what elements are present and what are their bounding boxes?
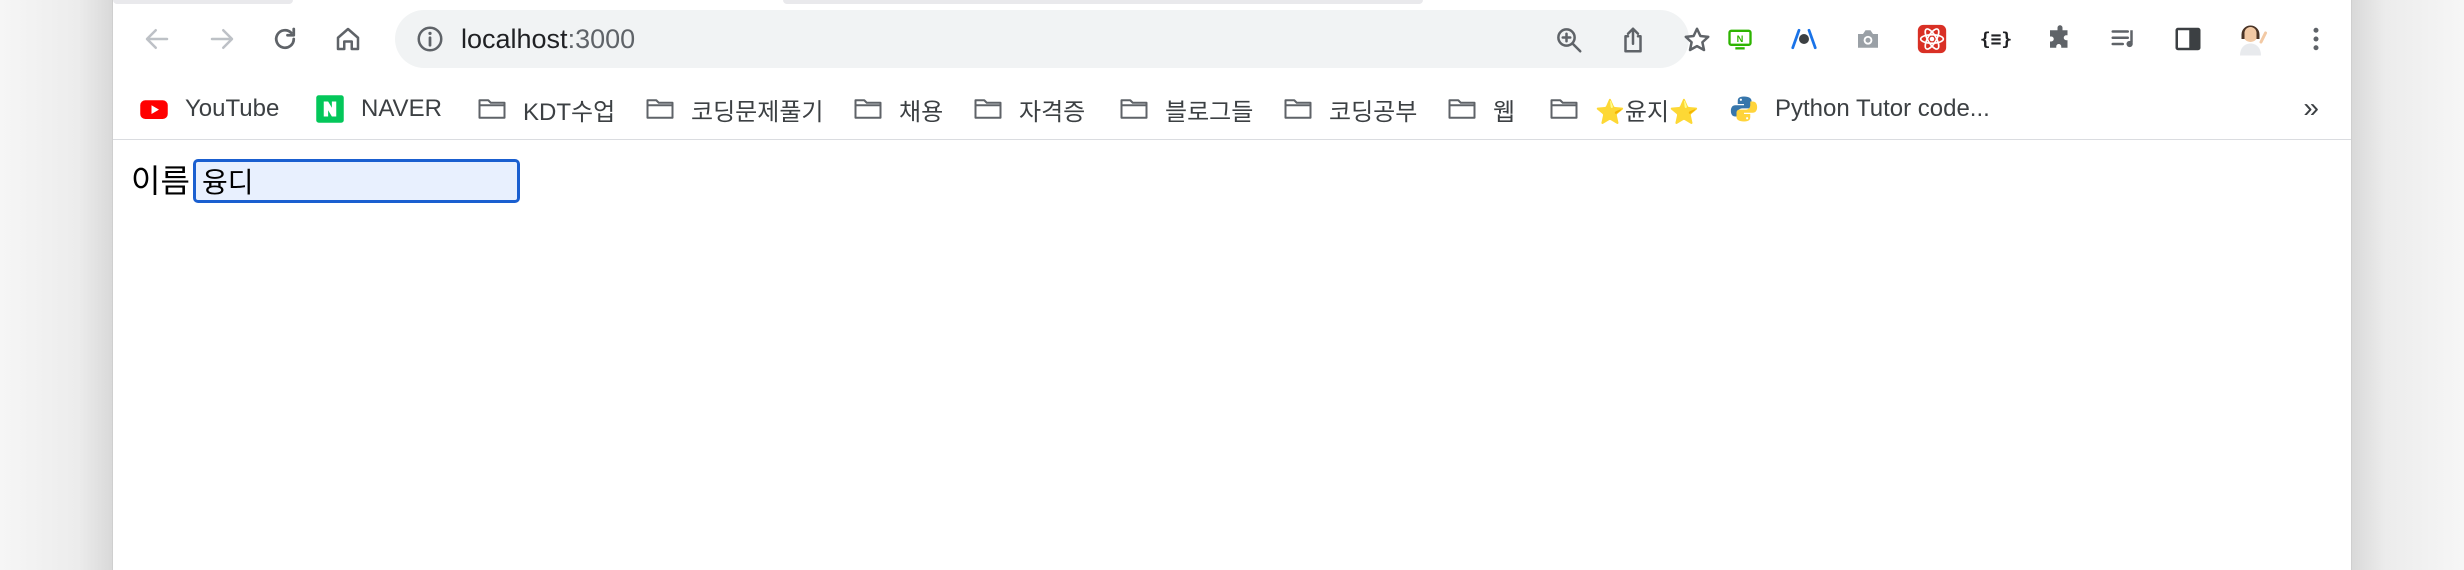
home-icon [336,27,360,51]
folder-icon [1119,94,1149,124]
bookmark-folder-web[interactable]: 웹 [1447,78,1515,140]
camera-extension-icon[interactable] [1849,20,1887,58]
bookmark-label: ⭐윤지⭐ [1595,98,1699,126]
bookmark-label: NAVER [361,95,442,122]
share-icon [1624,27,1642,53]
bookmarks-bar: YouTube NAVER KDT수업 코딩문제풀기 채용 자격증 블로그들 코… [113,78,2351,140]
folder-icon [477,94,507,124]
back-button[interactable] [137,19,177,59]
folder-icon [1549,94,1579,124]
bookmark-label: 채용 [899,98,944,126]
bookmark-folder-jobs[interactable]: 채용 [853,78,943,140]
star-icon [1684,27,1710,52]
devtools-extension-icon[interactable] [1785,20,1823,58]
bookmark-folder-blogs[interactable]: 블로그들 [1119,78,1253,140]
share-button[interactable] [1617,24,1649,56]
bookmark-folder-certificates[interactable]: 자격증 [973,78,1085,140]
back-arrow-icon [145,29,169,49]
name-input[interactable] [193,159,520,203]
bookmark-star-button[interactable] [1681,24,1713,56]
svg-text:N: N [1737,34,1744,44]
json-extension-icon[interactable]: {≡} [1977,20,2015,58]
bookmark-label: YouTube [185,95,280,122]
python-icon [1729,94,1759,124]
url-text: localhost:3000 [461,10,635,68]
home-button[interactable] [328,19,368,59]
youtube-icon [139,94,169,124]
bookmark-folder-coding-problems[interactable]: 코딩문제풀기 [645,78,823,140]
folder-icon [645,94,675,124]
bookmark-folder-coding-study[interactable]: 코딩공부 [1283,78,1417,140]
bookmark-youtube[interactable]: YouTube [139,78,279,140]
browser-toolbar: localhost:3000 N {≡} [113,0,2351,78]
folder-icon [853,94,883,124]
url-port: :3000 [567,24,636,54]
name-label: 이름 [131,162,190,200]
naver-green-extension-icon[interactable]: N [1721,20,1759,58]
react-devtools-extension-icon[interactable] [1913,20,1951,58]
side-panel-icon[interactable] [2169,20,2207,58]
page-content: 이름 [113,140,2351,570]
media-queue-icon[interactable] [2105,20,2143,58]
bookmark-python-tutor[interactable]: Python Tutor code... [1729,78,1990,140]
bookmarks-overflow-button[interactable]: » [2303,78,2319,140]
reload-button[interactable] [265,19,305,59]
url-host: localhost [461,24,568,54]
folder-icon [973,94,1003,124]
bookmark-naver[interactable]: NAVER [315,78,442,140]
bookmark-label: 자격증 [1019,98,1086,126]
forward-button[interactable] [202,19,242,59]
bookmark-folder-kdt[interactable]: KDT수업 [477,78,615,140]
zoom-icon [1557,28,1582,53]
bookmark-label: KDT수업 [523,98,616,126]
browser-window: localhost:3000 N {≡} YouTube NAVER KDT수업… [112,0,2352,570]
puzzle-extensions-icon[interactable] [2041,20,2079,58]
bookmark-label: 웹 [1493,98,1516,126]
reload-icon [274,27,296,50]
tab-strip-edge [783,0,1423,4]
address-bar[interactable]: localhost:3000 [395,10,1710,68]
bookmark-label: Python Tutor code... [1775,95,1990,122]
desktop-background-right [2352,0,2464,570]
bookmark-label: 블로그들 [1165,98,1254,126]
desktop-background-left [0,0,112,570]
folder-icon [1447,94,1477,124]
bookmark-label: 코딩공부 [1329,98,1418,126]
folder-icon [1283,94,1313,124]
more-menu-icon[interactable] [2297,20,2335,58]
profile-avatar-icon[interactable] [2233,20,2271,58]
zoom-button[interactable] [1553,24,1585,56]
site-info-icon[interactable] [415,24,445,54]
bookmark-folder-yunji[interactable]: ⭐윤지⭐ [1549,78,1699,140]
naver-icon [315,94,345,124]
tab-strip-edge [113,0,293,4]
forward-arrow-icon [210,29,234,49]
bookmark-label: 코딩문제풀기 [691,98,824,126]
